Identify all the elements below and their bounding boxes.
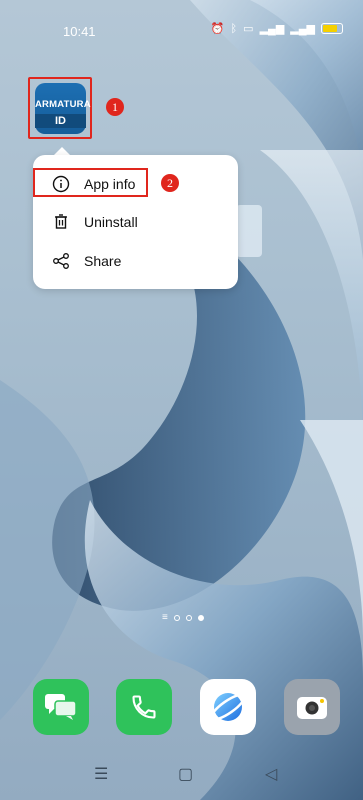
page-dot [173, 615, 180, 621]
app-drawer-indicator-icon: ≡ [162, 612, 168, 623]
share-icon [51, 251, 71, 271]
app-icon-text-line1: ARMATURA [35, 99, 91, 110]
signal-icon: ▂▄▆ [259, 23, 285, 35]
status-icons: ⏰ ᛒ ▭ ▂▄▆ ▂▄▆ [211, 22, 343, 35]
menu-item-share[interactable]: Share [33, 243, 238, 279]
battery-icon [321, 23, 343, 34]
app-icon-text-line2: ID [35, 114, 86, 128]
phone-icon[interactable] [116, 679, 172, 735]
page-dot [185, 615, 192, 621]
navigation-bar: ☰ ▢ ◁ [0, 752, 363, 800]
camera-icon[interactable] [284, 679, 340, 735]
volte-icon: ▭ [243, 23, 254, 35]
messages-icon[interactable] [33, 679, 89, 735]
browser-icon[interactable] [200, 679, 256, 735]
signal-icon: ▂▄▆ [290, 23, 315, 35]
menu-item-label: Uninstall [84, 214, 138, 230]
bluetooth-icon: ᛒ [230, 22, 238, 35]
back-nav-button[interactable]: ◁ [265, 764, 277, 784]
menu-item-uninstall[interactable]: Uninstall [33, 204, 238, 240]
status-time: 10:41 [63, 24, 96, 39]
page-dot-active [197, 615, 204, 621]
alarm-icon: ⏰ [210, 23, 225, 35]
step-badge-2: 2 [161, 174, 179, 192]
armatura-id-app-icon[interactable]: ARMATURA ID [35, 83, 91, 134]
home-nav-button[interactable]: ▢ [178, 764, 193, 784]
status-bar: 10:41 ⏰ ᛒ ▭ ▂▄▆ ▂▄▆ [0, 0, 363, 60]
page-indicator: ≡ [162, 612, 204, 623]
dock [0, 679, 363, 739]
menu-nav-button[interactable]: ☰ [94, 764, 108, 784]
app-icon-highlight: ARMATURA ID [28, 77, 92, 139]
step-badge-1: 1 [106, 98, 124, 116]
trash-icon [51, 212, 71, 232]
menu-item-label: Share [84, 253, 122, 269]
battery-fill [323, 25, 338, 32]
app-info-highlight [33, 168, 148, 197]
partial-widget [236, 205, 262, 257]
home-screen: 10:41 ⏰ ᛒ ▭ ▂▄▆ ▂▄▆ ARMATURA ID 1 App in… [0, 0, 363, 800]
